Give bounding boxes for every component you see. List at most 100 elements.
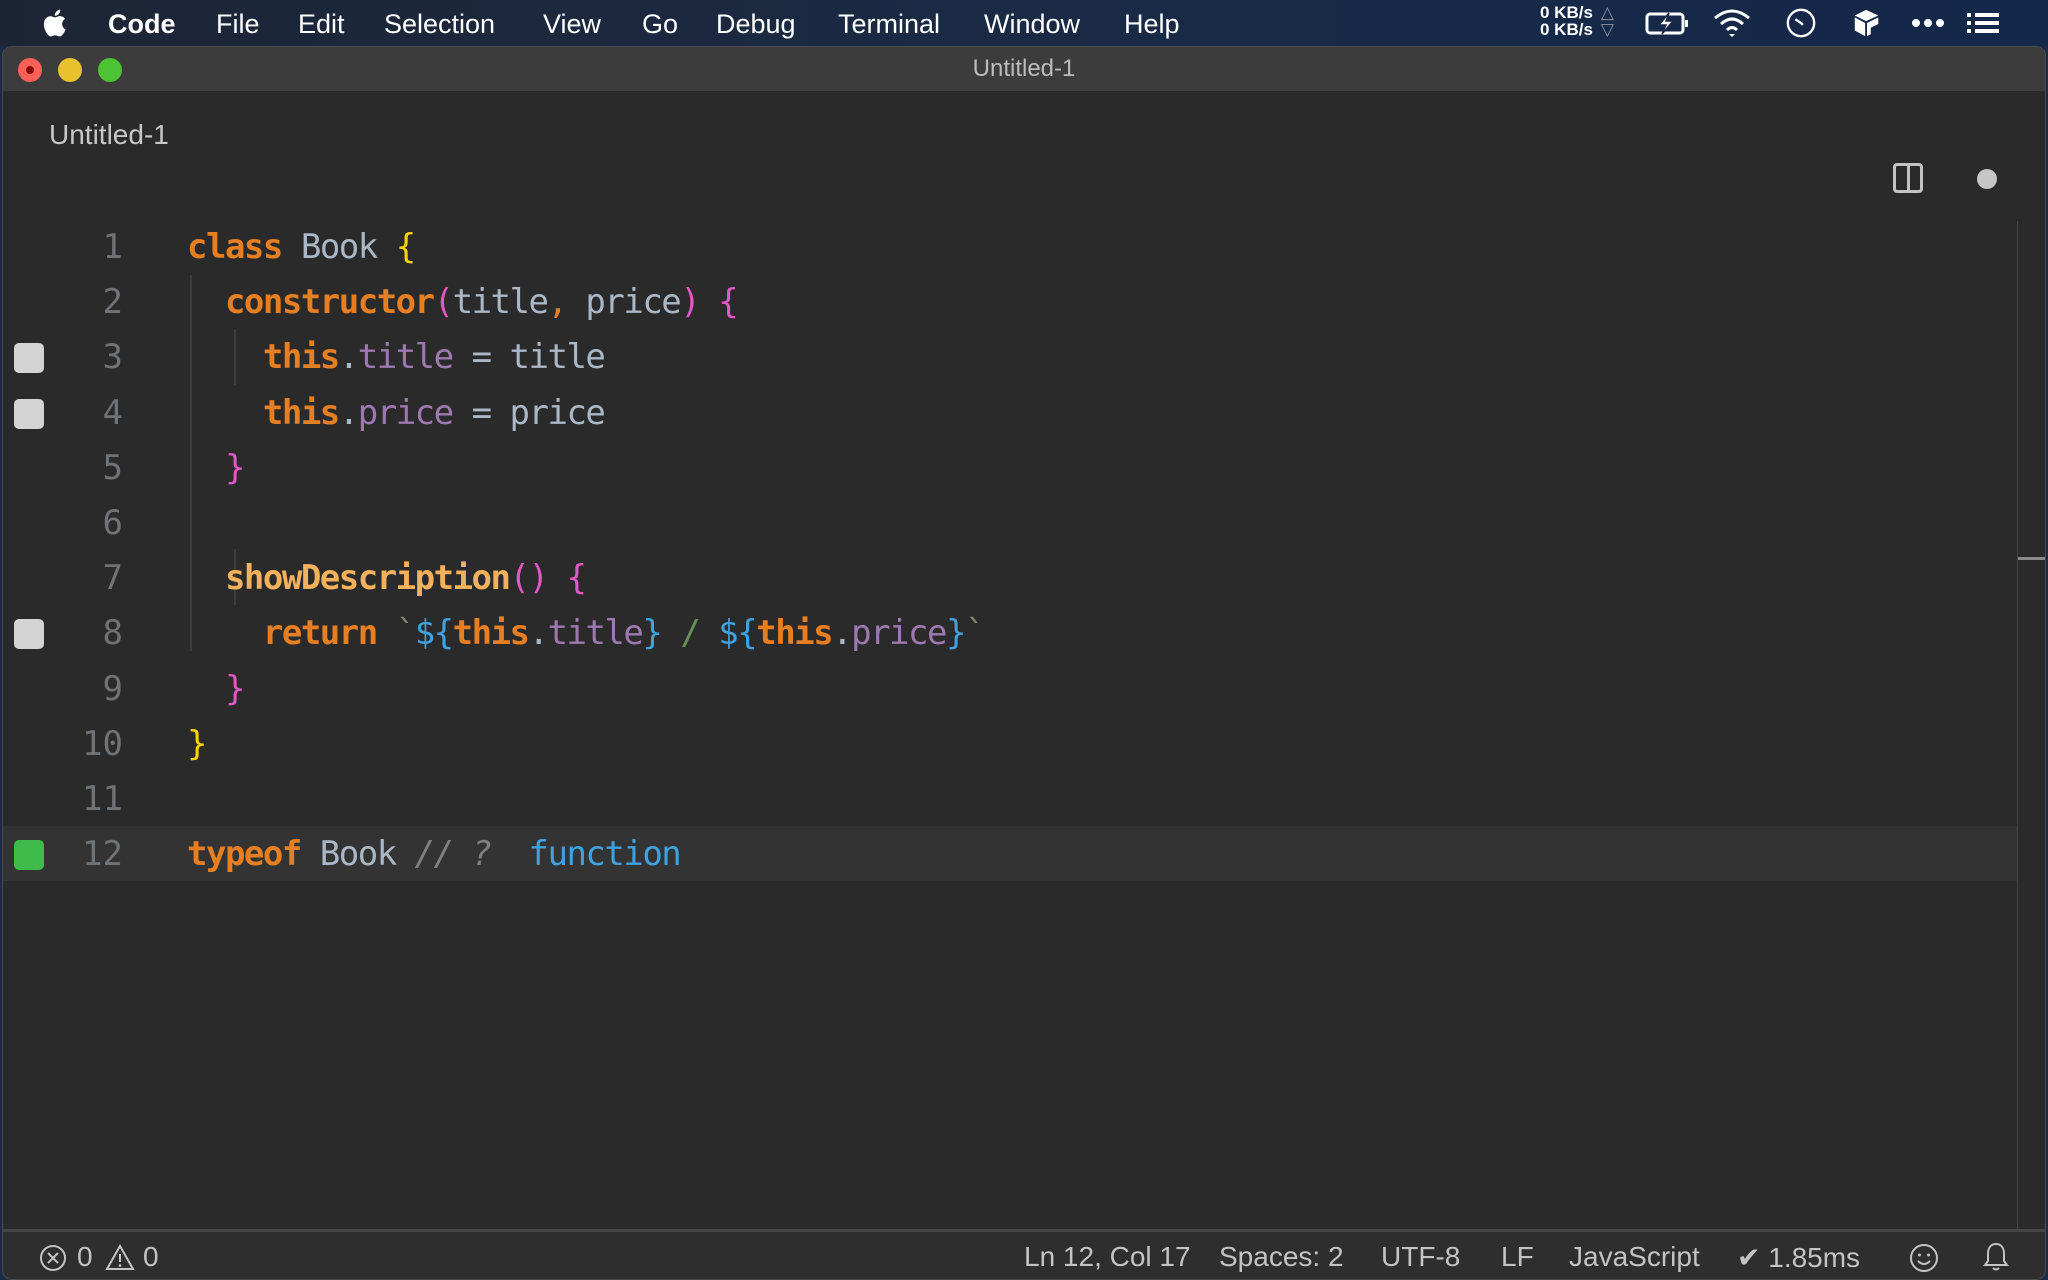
code-line[interactable]: 5 } [3,440,2017,495]
title-bar[interactable]: Untitled-1 [3,47,2045,91]
code-text[interactable]: showDescription() { [187,558,587,599]
code-token: } [187,723,207,764]
code-token: ) [680,282,700,323]
code-line[interactable]: 3 this.title = title [3,329,2017,384]
more-icon[interactable] [1910,7,1946,39]
code-text[interactable]: } [187,669,245,709]
code-text[interactable]: } [187,447,245,488]
vertical-scrollbar[interactable] [2017,221,2045,1275]
end-of-line[interactable]: LF [1501,1241,1534,1273]
code-line[interactable]: 11 [3,771,2017,826]
code-text[interactable]: this.price = price [187,392,606,433]
code-token: ${ [414,613,454,654]
code-token: this [262,392,340,433]
menu-view[interactable]: View [543,9,601,40]
code-line[interactable]: 10} [3,716,2017,771]
notifications-bell-icon[interactable] [1981,1240,2011,1274]
line-number: 7 [102,558,123,599]
warning-count[interactable]: 0 [143,1241,159,1273]
code-line[interactable]: 1 class Book { [3,219,2017,274]
overview-ruler-cursor-mark [2018,557,2045,560]
menu-file[interactable]: File [216,9,260,40]
network-monitor[interactable]: 0 KB/s △ 0 KB/s ▽ [1540,4,1614,38]
code-token: } [945,613,966,654]
code-token: { [718,282,738,323]
code-token: } [224,447,245,488]
tab-bar [3,91,2045,171]
download-arrow-icon: ▽ [1600,20,1614,39]
code-line[interactable]: 8 return `${this.title} / ${this.price}` [3,605,2017,660]
line-number: 1 [102,227,123,267]
warning-icon[interactable] [105,1243,135,1271]
line-number: 12 [82,834,123,875]
feedback-smiley-icon[interactable] [1908,1242,1940,1274]
menu-selection[interactable]: Selection [384,9,495,40]
code-token: title [357,337,454,378]
code-text[interactable]: class Book { [187,227,416,267]
line-number: 11 [82,779,123,819]
coverage-covered-marker[interactable] [14,840,44,871]
coverage-marker[interactable] [14,619,44,650]
tab-untitled-1[interactable]: Untitled-1 [49,119,169,151]
window-title: Untitled-1 [972,55,1076,82]
menu-go[interactable]: Go [642,9,678,40]
code-line[interactable]: 6 [3,495,2017,550]
menu-edit[interactable]: Edit [298,9,345,40]
line-number: 5 [102,447,123,488]
apple-logo-icon[interactable] [40,8,68,38]
menu-window[interactable]: Window [984,9,1080,40]
code-editor[interactable]: 1 class Book { 2 constructor(title, price)… [3,171,2045,1275]
code-token: price [566,282,681,323]
code-line[interactable]: 7 showDescription() { [3,550,2017,605]
code-line[interactable]: 12 typeof Book // ? function [3,826,2017,882]
error-icon[interactable] [39,1244,67,1272]
language-mode[interactable]: JavaScript [1569,1241,1700,1273]
coverage-marker[interactable] [14,398,44,429]
code-token: Book [300,834,415,875]
code-token: . [832,613,852,654]
menu-terminal[interactable]: Terminal [838,9,940,40]
clock-icon[interactable] [1784,7,1818,39]
wifi-icon[interactable] [1712,7,1752,39]
battery-charging-icon[interactable] [1645,7,1691,39]
editor-window: Untitled-1 Untitled-1 1 class Book { 2 con… [2,46,2046,1280]
list-icon[interactable] [1965,7,2001,39]
encoding[interactable]: UTF-8 [1381,1241,1460,1273]
menu-app-name[interactable]: Code [108,9,176,40]
indentation[interactable]: Spaces: 2 [1219,1241,1344,1273]
code-token: = title [452,337,606,378]
code-text[interactable]: typeof Book // ? function [187,834,682,875]
code-token: this [452,613,530,654]
code-token: { [566,558,586,599]
line-number: 6 [102,503,123,543]
box-icon[interactable] [1852,7,1882,39]
code-text[interactable]: return `${this.title} / ${this.price}` [187,613,986,654]
code-line[interactable]: 9 } [3,661,2017,716]
line-number: 8 [102,613,123,654]
code-line[interactable]: 4 this.price = price [3,385,2017,440]
code-token: () [509,558,549,599]
coverage-marker[interactable] [14,343,44,374]
error-count[interactable]: 0 [77,1241,93,1273]
quokka-timing[interactable]: ✔ 1.85ms [1737,1241,1860,1274]
code-line[interactable]: 2 constructor(title, price) { [3,274,2017,329]
menu-debug[interactable]: Debug [716,9,796,40]
code-token: this [756,613,833,654]
cursor-position[interactable]: Ln 12, Col 17 [1024,1241,1191,1273]
code-token: price [357,392,454,433]
menu-help[interactable]: Help [1124,9,1180,40]
code-token: typeof [187,834,302,875]
code-text[interactable]: this.title = title [187,337,606,378]
code-text[interactable]: } [187,723,207,764]
code-text[interactable]: constructor(title, price) { [187,282,739,323]
